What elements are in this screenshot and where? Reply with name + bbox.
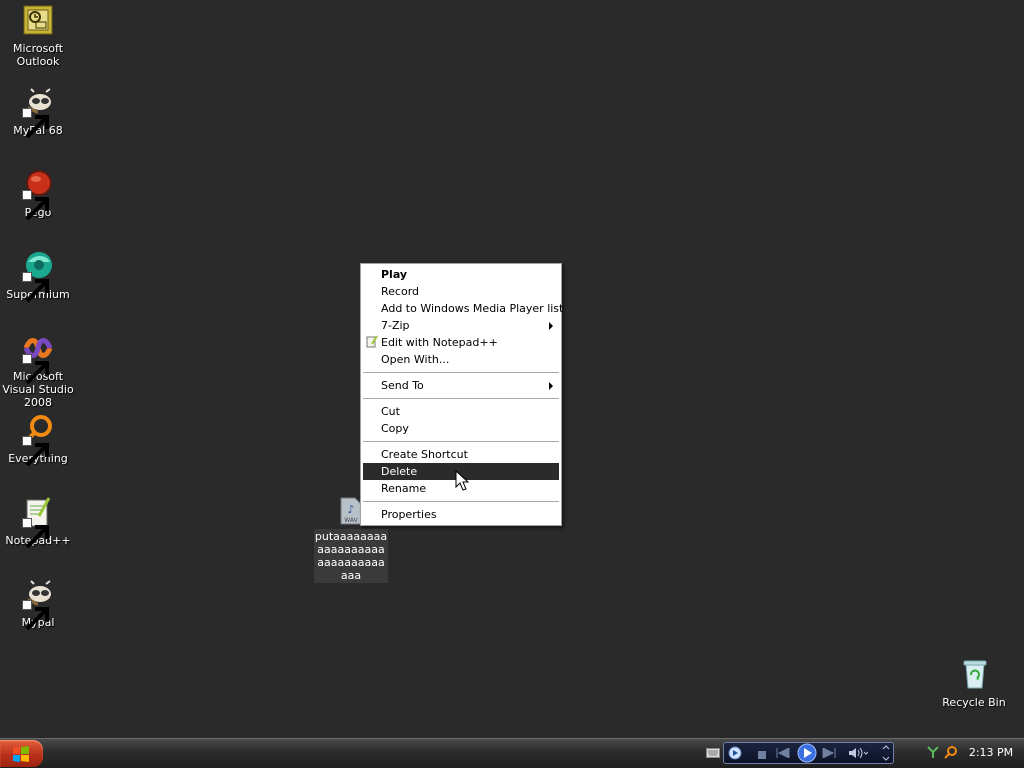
desktop-icon-mypal-68[interactable]: MyPal 68 xyxy=(0,86,76,139)
shortcut-arrow-icon xyxy=(22,272,49,303)
search-icon[interactable] xyxy=(944,745,958,762)
recycle-bin-icon xyxy=(958,658,990,690)
shortcut-arrow-icon xyxy=(22,354,49,385)
menu-item-play[interactable]: Play xyxy=(363,266,559,283)
shortcut-arrow-icon xyxy=(22,108,49,139)
menu-item-label: 7-Zip xyxy=(381,319,410,332)
notepadpp-small-icon xyxy=(366,335,378,348)
shortcut-arrow-icon xyxy=(22,190,49,221)
volume-icon[interactable] xyxy=(848,747,869,762)
menu-item-label: Rename xyxy=(381,482,427,495)
menu-item-label: Add to Windows Media Player list xyxy=(381,302,564,315)
menu-separator xyxy=(363,501,559,502)
desktop-icon-label: Microsoft Outlook xyxy=(12,42,64,68)
desktop-icon-everything[interactable]: Everything xyxy=(0,414,76,467)
menu-item-properties[interactable]: Properties xyxy=(363,506,559,523)
menu-item-7zip[interactable]: 7-Zip xyxy=(363,317,559,334)
outlook-icon xyxy=(22,4,54,36)
menu-item-label: Copy xyxy=(381,422,409,435)
supermium-icon xyxy=(22,250,54,303)
desktop-icon-mypal[interactable]: Mypal xyxy=(0,578,76,631)
shortcut-arrow-icon xyxy=(22,436,49,467)
menu-item-add-to-wmp-list[interactable]: Add to Windows Media Player list xyxy=(363,300,563,317)
pego-icon xyxy=(22,168,54,221)
shortcut-arrow-icon xyxy=(22,600,49,631)
desktop-file-label: putaaaaaaaaaaaaaaaaaaaaaaaaaaaaaaa xyxy=(314,529,388,583)
menu-separator xyxy=(363,441,559,442)
menu-item-label: Delete xyxy=(381,465,418,478)
menu-item-label: Send To xyxy=(381,379,424,392)
everything-icon xyxy=(22,414,54,467)
desktop-icon-notepadpp[interactable]: Notepad++ xyxy=(0,496,76,549)
menu-item-record[interactable]: Record xyxy=(363,283,559,300)
mouse-cursor-icon xyxy=(455,469,470,492)
menu-item-label: Cut xyxy=(381,405,400,418)
start-button[interactable] xyxy=(0,740,43,767)
submenu-arrow-icon xyxy=(549,382,553,390)
taskbar-clock[interactable]: 2:13 PM xyxy=(962,739,1020,767)
notepadpp-icon xyxy=(22,496,54,549)
desktop-icon-pego[interactable]: Pego xyxy=(0,168,76,221)
media-player-toolbar xyxy=(723,742,894,764)
desktop-icon-outlook[interactable]: Microsoft Outlook xyxy=(0,4,76,68)
network-icon[interactable] xyxy=(926,745,940,762)
file-type-badge: WAV xyxy=(344,517,358,524)
menu-separator xyxy=(363,398,559,399)
next-icon[interactable] xyxy=(822,747,836,761)
visual-studio-icon xyxy=(22,332,54,385)
desktop-icon-recycle-bin[interactable]: Recycle Bin xyxy=(936,658,1012,709)
shortcut-arrow-icon xyxy=(22,518,49,549)
stop-icon[interactable] xyxy=(758,749,766,762)
menu-item-create-shortcut[interactable]: Create Shortcut xyxy=(363,446,559,463)
windows-logo-icon xyxy=(13,746,29,762)
menu-item-label: Open With... xyxy=(381,353,450,366)
menu-item-label: Play xyxy=(381,268,408,281)
restore-player-icon[interactable] xyxy=(882,744,890,765)
taskbar: 2:13 PM xyxy=(0,738,1024,768)
menu-item-label: Record xyxy=(381,285,420,298)
svg-text:♪: ♪ xyxy=(347,503,354,516)
menu-item-open-with[interactable]: Open With... xyxy=(363,351,559,368)
menu-item-label: Edit with Notepad++ xyxy=(381,336,498,349)
menu-item-copy[interactable]: Copy xyxy=(363,420,559,437)
desktop-icon-label: Recycle Bin xyxy=(942,696,1006,709)
menu-separator xyxy=(363,372,559,373)
menu-item-edit-with-notepadpp[interactable]: Edit with Notepad++ xyxy=(363,334,559,351)
desktop-icon-supermium[interactable]: Supermium xyxy=(0,250,76,303)
menu-item-label: Create Shortcut xyxy=(381,448,468,461)
menu-item-send-to[interactable]: Send To xyxy=(363,377,559,394)
menu-item-cut[interactable]: Cut xyxy=(363,403,559,420)
keyboard-icon[interactable] xyxy=(706,748,720,758)
submenu-arrow-icon xyxy=(549,322,553,330)
menu-item-label: Properties xyxy=(381,508,437,521)
play-icon[interactable] xyxy=(797,743,817,766)
mypal-icon xyxy=(22,86,54,139)
wmp-icon[interactable] xyxy=(728,746,742,763)
desktop-icon-visual-studio[interactable]: Microsoft Visual Studio 2008 xyxy=(0,332,76,409)
mypal-icon xyxy=(22,578,54,631)
previous-icon[interactable] xyxy=(776,747,790,761)
